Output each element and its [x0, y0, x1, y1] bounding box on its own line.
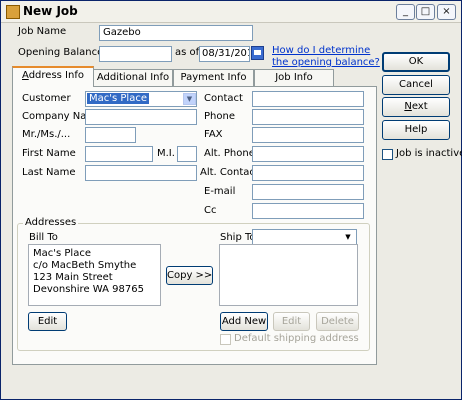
customer-dropdown-icon[interactable]: ▼ [183, 93, 196, 105]
alt-contact-label: Alt. Contact [200, 167, 259, 178]
add-new-ship-address-button[interactable]: Add New [220, 312, 268, 331]
cc-label: Cc [204, 205, 217, 216]
salutation-label: Mr./Ms./... [22, 129, 71, 140]
customer-label: Customer [22, 93, 71, 104]
ship-to-label: Ship To [220, 232, 256, 243]
opening-balance-input[interactable] [99, 46, 172, 62]
alt-contact-input[interactable] [252, 165, 364, 181]
bill-to-address-box[interactable]: Mac's Place c/o MacBeth Smythe 123 Main … [28, 244, 161, 306]
alt-phone-input[interactable] [252, 146, 364, 162]
addresses-group-label: Addresses [23, 217, 79, 228]
tab-address-info[interactable]: Address Info [12, 66, 94, 87]
cancel-button[interactable]: Cancel [382, 75, 450, 95]
bill-to-line: c/o MacBeth Smythe [33, 260, 137, 271]
middle-initial-input[interactable] [177, 146, 197, 162]
bill-to-line: Mac's Place [33, 248, 91, 259]
ship-to-edit-button[interactable]: Edit [273, 312, 310, 331]
as-of-label: as of [175, 47, 200, 58]
job-name-input[interactable]: Gazebo [99, 25, 253, 41]
calendar-icon[interactable] [251, 46, 264, 60]
customer-selected-value: Mac's Place [87, 93, 149, 104]
bill-to-label: Bill To [29, 232, 58, 243]
next-button[interactable]: Next [382, 97, 450, 117]
opening-balance-label: Opening Balance [18, 47, 104, 58]
phone-input[interactable] [252, 109, 364, 125]
ok-button[interactable]: OK [382, 52, 450, 72]
email-label: E-mail [204, 186, 236, 197]
bill-to-line: 123 Main Street [33, 272, 113, 283]
first-name-label: First Name [22, 148, 76, 159]
ship-to-address-box[interactable] [219, 244, 358, 306]
last-name-input[interactable] [85, 165, 197, 181]
salutation-input[interactable] [85, 127, 136, 143]
contact-label: Contact [204, 93, 243, 104]
tab-job-info[interactable]: Job Info [254, 69, 334, 86]
as-of-date-input[interactable]: 08/31/2012 [199, 46, 250, 62]
app-icon [6, 5, 20, 19]
job-inactive-checkbox[interactable] [382, 149, 393, 160]
alt-phone-label: Alt. Phone [204, 148, 255, 159]
tab-additional-info[interactable]: Additional Info [93, 69, 173, 86]
ship-to-dropdown-icon[interactable]: ▼ [342, 231, 354, 243]
fax-label: FAX [204, 129, 223, 140]
default-shipping-label: Default shipping address [234, 333, 359, 344]
title-bar: New Job _ □ × [1, 1, 461, 23]
maximize-button[interactable]: □ [416, 4, 435, 20]
middle-initial-label: M.I. [157, 148, 175, 159]
first-name-input[interactable] [85, 146, 153, 162]
delete-ship-address-button[interactable]: Delete [316, 312, 359, 331]
window-title: New Job [23, 4, 78, 18]
last-name-label: Last Name [22, 167, 76, 178]
tab-payment-info[interactable]: Payment Info [173, 69, 254, 86]
help-button[interactable]: Help [382, 120, 450, 140]
phone-label: Phone [204, 111, 235, 122]
bill-to-line: Devonshire WA 98765 [33, 284, 144, 295]
job-inactive-label: Job is inactive [396, 148, 462, 159]
minimize-button[interactable]: _ [396, 4, 415, 20]
cc-input[interactable] [252, 203, 364, 219]
new-job-window: New Job _ □ × Job Name Gazebo Opening Ba… [0, 0, 462, 400]
close-button[interactable]: × [437, 4, 456, 20]
default-shipping-checkbox[interactable] [220, 334, 231, 345]
contact-input[interactable] [252, 91, 364, 107]
email-input[interactable] [252, 184, 364, 200]
opening-balance-help-link[interactable]: How do I determine the opening balance? [272, 45, 380, 69]
bill-to-edit-button[interactable]: Edit [28, 312, 67, 331]
customer-select[interactable]: Mac's Place [85, 91, 197, 107]
copy-address-button[interactable]: Copy >> [166, 266, 213, 285]
job-name-label: Job Name [18, 26, 67, 37]
company-name-input[interactable] [85, 109, 197, 125]
fax-input[interactable] [252, 127, 364, 143]
